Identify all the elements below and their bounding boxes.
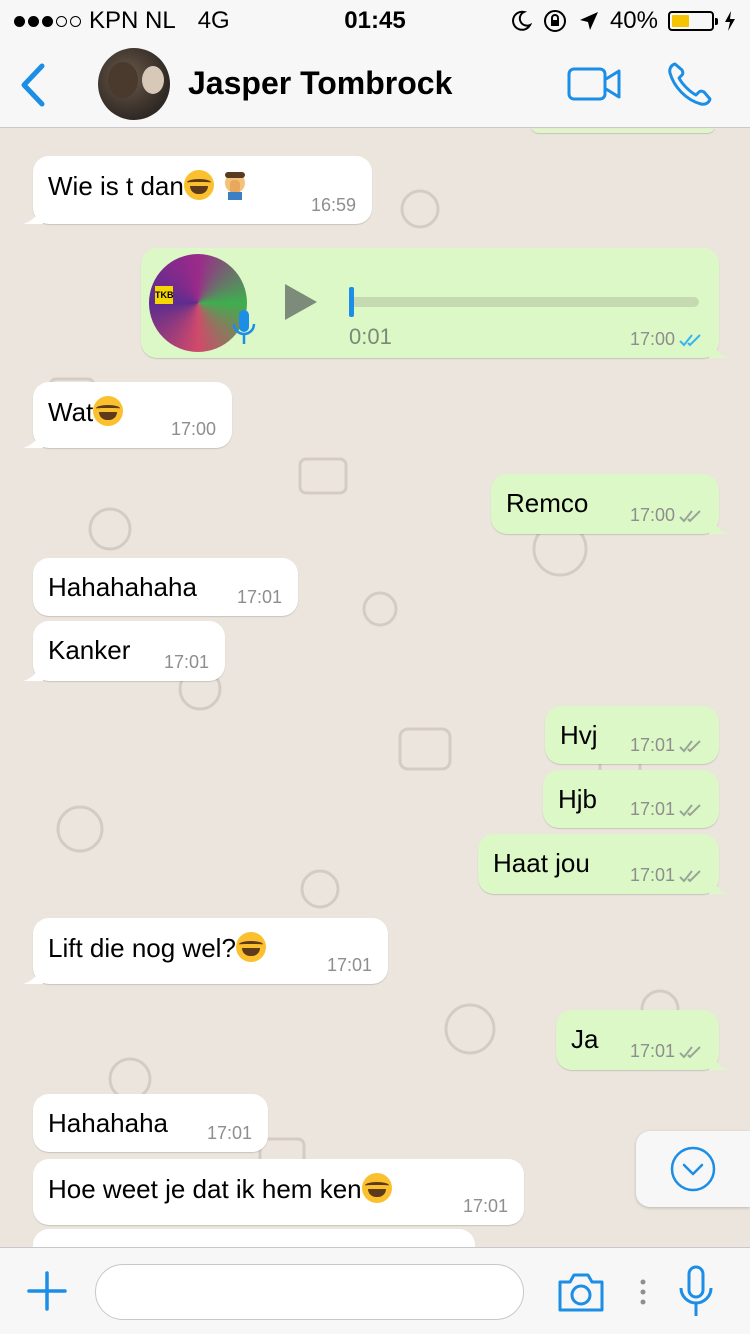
message-bubble-incoming[interactable]: Hoe weet je dat ik hem ken 17:01: [33, 1159, 524, 1225]
message-bubble-outgoing[interactable]: Ja 17:01: [556, 1010, 729, 1070]
message-text: Haat jou: [493, 848, 590, 878]
back-chevron-icon[interactable]: [14, 60, 54, 110]
charging-bolt-icon: [725, 11, 735, 31]
microphone-badge-icon: [232, 310, 256, 344]
message-bubble-incoming[interactable]: Kanker 17:01: [23, 621, 225, 681]
double-check-icon: [679, 803, 701, 816]
laughing-emoji-icon: [361, 1173, 392, 1203]
message-bubble-incoming[interactable]: Hahahaha 17:01: [33, 1094, 268, 1152]
laughing-emoji-icon: [183, 170, 214, 200]
battery-icon: [668, 11, 718, 31]
voice-duration: 0:01: [349, 324, 392, 349]
message-bubble-outgoing[interactable]: Remco 17:00: [491, 474, 729, 534]
message-time: 17:00: [629, 329, 675, 349]
message-text: Hoe weet je dat ik hem ken: [48, 1174, 362, 1204]
double-check-icon: [679, 509, 701, 522]
message-time: 17:01: [629, 865, 675, 885]
compose-bar: [0, 1247, 750, 1334]
scroll-to-bottom-button[interactable]: [636, 1131, 750, 1207]
double-check-icon: [679, 739, 701, 752]
message-text: Remco: [506, 488, 589, 518]
thumb-badge: TKB: [155, 286, 174, 304]
message-text: Kanker: [48, 635, 131, 665]
double-check-icon: [679, 869, 701, 882]
message-text: Wie is t dan: [48, 171, 184, 201]
phone-call-icon[interactable]: [666, 60, 714, 108]
voice-progress-knob[interactable]: [349, 287, 354, 317]
message-time: 17:01: [629, 1041, 675, 1061]
message-time: 17:01: [326, 955, 372, 975]
status-right: 40%: [510, 7, 736, 35]
laughing-emoji-icon: [93, 396, 124, 426]
facepalm-emoji-icon: [224, 172, 245, 200]
message-bubble-incoming[interactable]: Hahahahaha 17:01: [33, 558, 298, 616]
message-bubble-incoming[interactable]: Lift die nog wel? 17:01: [23, 918, 388, 984]
message-time: 17:01: [629, 735, 675, 755]
message-text: Wat: [48, 397, 94, 427]
message-input[interactable]: [95, 1264, 524, 1320]
moon-icon: [512, 10, 532, 31]
message-text: Hvj: [560, 720, 598, 750]
message-text: Lift die nog wel?: [48, 933, 236, 963]
video-call-icon[interactable]: [566, 64, 622, 104]
double-check-read-icon: [679, 333, 701, 346]
camera-icon[interactable]: [556, 1270, 606, 1314]
partial-message-bubble: [33, 1229, 475, 1247]
message-time: 16:59: [310, 195, 356, 215]
message-bubble-outgoing[interactable]: Haat jou 17:01: [478, 834, 729, 894]
laughing-emoji-icon: [235, 932, 266, 962]
contact-name[interactable]: Jasper Tombrock: [188, 65, 452, 102]
plus-icon[interactable]: [26, 1270, 68, 1312]
message-time: 17:00: [629, 505, 675, 525]
contact-avatar[interactable]: [98, 48, 170, 120]
message-bubble-outgoing[interactable]: Hvj 17:01: [545, 706, 719, 764]
message-time: 17:01: [236, 587, 282, 607]
microphone-icon[interactable]: [678, 1264, 714, 1320]
message-bubble-incoming[interactable]: Wat 17:00: [23, 382, 232, 448]
message-text: Hahahahaha: [48, 572, 197, 602]
message-bubble-incoming[interactable]: Wie is t dan 16:59: [23, 156, 372, 224]
location-arrow-icon: [579, 12, 598, 30]
play-icon[interactable]: [283, 282, 319, 322]
message-time: 17:01: [163, 652, 209, 672]
message-text: Hahahaha: [48, 1108, 168, 1138]
message-time: 17:00: [170, 419, 216, 439]
message-text: Hjb: [558, 784, 598, 814]
message-time: 17:01: [206, 1123, 252, 1143]
partial-message-bubble: [530, 129, 716, 133]
message-time: 17:01: [629, 799, 675, 819]
rotation-lock-icon: [543, 10, 566, 32]
message-text: Ja: [571, 1024, 599, 1054]
message-time: 17:01: [462, 1196, 508, 1216]
voice-message-bubble[interactable]: TKB 0:01 17:00: [141, 248, 729, 358]
battery-percent: 40%: [609, 7, 658, 34]
message-bubble-outgoing[interactable]: Hjb 17:01: [543, 770, 719, 828]
chat-header: Jasper Tombrock: [0, 40, 750, 128]
chevron-down-circle-icon: [670, 1146, 716, 1192]
chat-view[interactable]: Wie is t dan 16:59 TKB 0:01 17:00 Wat 17…: [0, 129, 750, 1247]
double-check-icon: [679, 1045, 701, 1058]
more-dots-icon[interactable]: [638, 1278, 648, 1306]
status-bar: KPN NL 4G 01:45 40%: [0, 0, 750, 40]
voice-progress-track[interactable]: [349, 297, 699, 307]
